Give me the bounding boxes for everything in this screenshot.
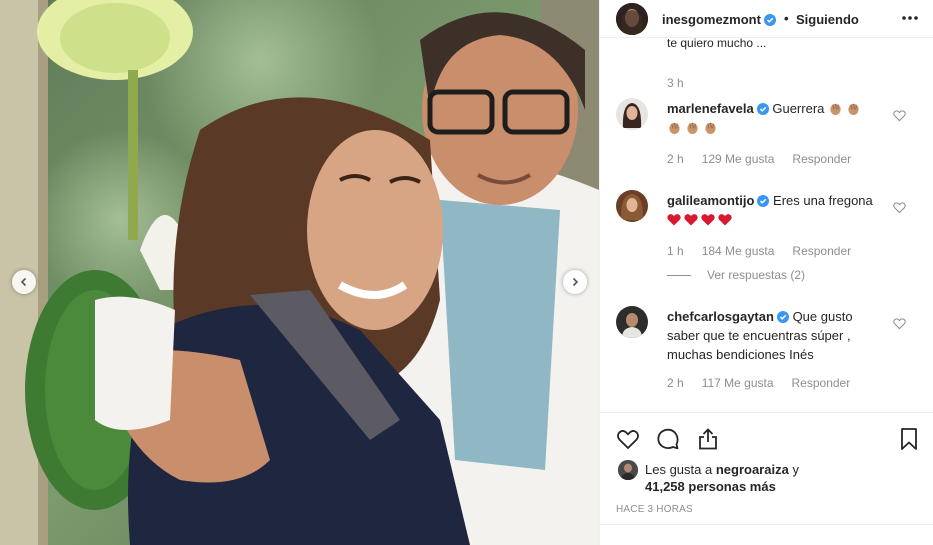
comment-body: Eres una fregona bbox=[773, 193, 873, 208]
verified-badge-icon bbox=[776, 311, 789, 323]
comment-likes[interactable]: 184 Me gusta bbox=[702, 244, 775, 258]
post-photo[interactable] bbox=[0, 0, 599, 545]
commenter-avatar[interactable] bbox=[616, 190, 648, 222]
comment-text: marlenefavela Guerrera bbox=[667, 99, 877, 137]
liker-username[interactable]: negroaraiza bbox=[716, 462, 789, 477]
comment-text: chefcarlosgaytan Que gusto saber que te … bbox=[667, 307, 877, 364]
chevron-left-icon bbox=[20, 277, 27, 287]
comment-username[interactable]: marlenefavela bbox=[667, 101, 754, 116]
red-heart-icon bbox=[701, 214, 715, 226]
following-button[interactable]: Siguiendo bbox=[796, 12, 859, 27]
post-sidebar: inesgomezmont • Siguiendo te quiero much… bbox=[599, 0, 933, 545]
comment-meta: 1 h 184 Me gusta Responder bbox=[667, 244, 869, 258]
author-username-link[interactable]: inesgomezmont bbox=[662, 12, 776, 27]
likes-count-button[interactable]: 41,258 personas más bbox=[645, 479, 776, 494]
comment-like-icon[interactable] bbox=[893, 317, 906, 330]
comment-meta: 2 h 117 Me gusta Responder bbox=[667, 376, 868, 390]
reply-button[interactable]: Responder bbox=[792, 376, 851, 390]
photo-illustration bbox=[0, 0, 599, 545]
red-heart-icon bbox=[684, 214, 698, 226]
comment-like-icon[interactable] bbox=[893, 109, 906, 122]
reply-button[interactable]: Responder bbox=[792, 152, 851, 166]
author-avatar[interactable] bbox=[616, 3, 648, 35]
comment-text: galileamontijo Eres una fregona bbox=[667, 191, 877, 229]
cut-caption-text: te quiero mucho ... bbox=[667, 38, 767, 50]
likes-suffix: y bbox=[792, 462, 799, 477]
author-username: inesgomezmont bbox=[662, 12, 761, 27]
avatar-image bbox=[616, 98, 648, 130]
verified-badge-icon bbox=[757, 195, 770, 207]
comment-time[interactable]: 2 h bbox=[667, 376, 684, 390]
red-heart-icon bbox=[667, 214, 681, 226]
likes-summary: Les gusta a negroaraiza y bbox=[645, 461, 799, 479]
avatar-image bbox=[618, 460, 638, 480]
comment-username[interactable]: chefcarlosgaytan bbox=[667, 309, 774, 324]
commenter-avatar[interactable] bbox=[616, 98, 648, 130]
avatar-image bbox=[616, 306, 648, 338]
comment-icon[interactable] bbox=[656, 427, 680, 451]
comment-likes[interactable]: 129 Me gusta bbox=[702, 152, 775, 166]
clapping-hands-icon bbox=[705, 122, 716, 135]
reply-button[interactable]: Responder bbox=[792, 244, 851, 258]
carousel-next-button[interactable] bbox=[563, 270, 587, 294]
likes-prefix: Les gusta a bbox=[645, 462, 713, 477]
comment-body: Guerrera bbox=[772, 101, 825, 116]
comments-list[interactable]: te quiero mucho ... 3 h marlenefavela Gu… bbox=[600, 38, 933, 412]
heart-icon[interactable] bbox=[616, 427, 640, 451]
bookmark-icon[interactable] bbox=[897, 427, 921, 451]
carousel-prev-button[interactable] bbox=[12, 270, 36, 294]
clapping-hands-icon bbox=[687, 122, 698, 135]
avatar-image bbox=[616, 190, 648, 222]
more-options-icon[interactable] bbox=[900, 9, 920, 27]
share-icon[interactable] bbox=[696, 427, 720, 451]
comment-username[interactable]: galileamontijo bbox=[667, 193, 754, 208]
post-header: inesgomezmont • Siguiendo bbox=[600, 0, 933, 38]
avatar-image bbox=[616, 3, 648, 35]
verified-badge-icon bbox=[756, 103, 769, 115]
liker-avatar[interactable] bbox=[618, 460, 638, 480]
red-heart-icon bbox=[718, 214, 732, 226]
verified-badge-icon bbox=[763, 14, 776, 26]
clapping-hands-icon bbox=[848, 103, 859, 116]
post-timestamp[interactable]: HACE 3 HORAS bbox=[616, 504, 693, 515]
view-replies-button[interactable]: Ver respuestas (2) bbox=[667, 268, 805, 282]
comment-time[interactable]: 2 h bbox=[667, 152, 684, 166]
clapping-hands-icon bbox=[669, 122, 680, 135]
replies-line bbox=[667, 275, 691, 277]
chevron-right-icon bbox=[572, 277, 579, 287]
comment-meta: 2 h 129 Me gusta Responder bbox=[667, 152, 869, 166]
comment-likes[interactable]: 117 Me gusta bbox=[702, 376, 774, 390]
clapping-hands-icon bbox=[830, 103, 841, 116]
divider bbox=[600, 524, 933, 525]
comment-like-icon[interactable] bbox=[893, 201, 906, 214]
header-separator: • bbox=[784, 11, 789, 26]
caption-time[interactable]: 3 h bbox=[667, 76, 684, 90]
commenter-avatar[interactable] bbox=[616, 306, 648, 338]
view-replies-label: Ver respuestas (2) bbox=[707, 268, 806, 282]
comment-time[interactable]: 1 h bbox=[667, 244, 684, 258]
post-actions: Les gusta a negroaraiza y 41,258 persona… bbox=[600, 412, 933, 545]
